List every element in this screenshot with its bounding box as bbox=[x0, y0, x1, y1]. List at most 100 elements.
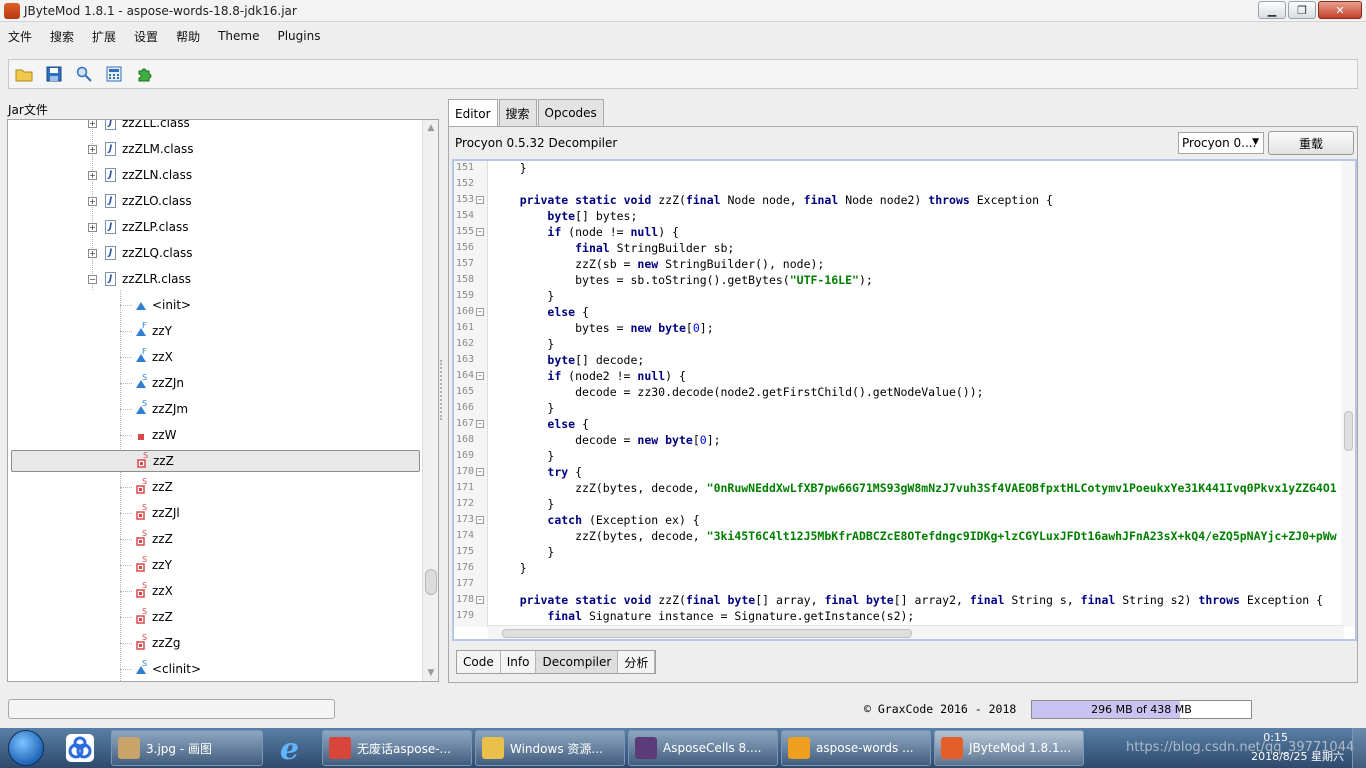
code-line[interactable]: 158 bytes = sb.toString().getBytes("UTF-… bbox=[454, 272, 1344, 288]
tree-method-node[interactable]: zzW bbox=[134, 424, 414, 446]
fold-toggle-icon[interactable]: − bbox=[476, 420, 484, 428]
taskbar-item[interactable]: 无废话aspose-... bbox=[322, 730, 472, 766]
scroll-down-icon[interactable]: ▼ bbox=[423, 665, 438, 681]
tree-method-node[interactable]: <init> bbox=[134, 294, 414, 316]
memory-bar[interactable]: 296 MB of 438 MB bbox=[1031, 700, 1252, 719]
code-line[interactable]: 155− if (node != null) { bbox=[454, 224, 1344, 240]
code-line[interactable]: 179 final Signature instance = Signature… bbox=[454, 608, 1344, 624]
code-line[interactable]: 163 byte[] decode; bbox=[454, 352, 1344, 368]
code-line[interactable]: 161 bytes = new byte[0]; bbox=[454, 320, 1344, 336]
expand-icon[interactable]: + bbox=[88, 144, 97, 154]
code-horizontal-scrollbar[interactable] bbox=[488, 625, 1344, 639]
collapse-icon[interactable]: − bbox=[88, 274, 97, 284]
tree-method-node[interactable]: SzzZ bbox=[134, 476, 414, 498]
tree-method-node[interactable]: FzzY bbox=[134, 320, 414, 342]
tree-method-node[interactable]: FzzX bbox=[134, 346, 414, 368]
save-icon[interactable] bbox=[43, 63, 65, 85]
tree-method-node[interactable]: SzzZJm bbox=[134, 398, 414, 420]
tree-class-node[interactable]: + JzzZLQ.class bbox=[88, 242, 418, 264]
tab-code[interactable]: Code bbox=[457, 651, 501, 673]
expand-icon[interactable]: + bbox=[88, 196, 97, 206]
tree-method-node[interactable]: SzzX bbox=[134, 580, 414, 602]
decompiler-select[interactable]: Procyon 0.... ▼ bbox=[1178, 132, 1264, 154]
code-line[interactable]: 164− if (node2 != null) { bbox=[454, 368, 1344, 384]
tree-class-node[interactable]: − JzzZLR.class bbox=[88, 268, 418, 290]
code-editor[interactable]: 151 } 152 153− private static void zzZ(fin… bbox=[452, 159, 1357, 641]
fold-toggle-icon[interactable]: − bbox=[476, 228, 484, 236]
code-line[interactable]: 157 zzZ(sb = new StringBuilder(), node); bbox=[454, 256, 1344, 272]
taskbar-item[interactable]: 3.jpg - 画图 bbox=[111, 730, 263, 766]
fold-toggle-icon[interactable]: − bbox=[476, 372, 484, 380]
code-line[interactable]: 162 } bbox=[454, 336, 1344, 352]
code-line[interactable]: 175 } bbox=[454, 544, 1344, 560]
show-desktop-button[interactable] bbox=[1352, 728, 1366, 768]
code-line[interactable]: 171 zzZ(bytes, decode, "0nRuwNEddXwLfXB7… bbox=[454, 480, 1344, 496]
code-line[interactable]: 176 } bbox=[454, 560, 1344, 576]
menu-settings[interactable]: 设置 bbox=[134, 28, 158, 45]
menu-extensions[interactable]: 扩展 bbox=[92, 28, 116, 45]
code-line[interactable]: 166 } bbox=[454, 400, 1344, 416]
close-button[interactable]: ✕ bbox=[1318, 1, 1362, 19]
tab-editor[interactable]: Editor bbox=[448, 99, 498, 127]
clock-date[interactable]: 2018/8/25 星期六 bbox=[1251, 748, 1344, 764]
menu-search[interactable]: 搜索 bbox=[50, 28, 74, 45]
tree-scroll-thumb[interactable] bbox=[425, 569, 437, 595]
code-line[interactable]: 165 decode = zz30.decode(node2.getFirstC… bbox=[454, 384, 1344, 400]
code-line[interactable]: 177 bbox=[454, 576, 1344, 592]
menu-file[interactable]: 文件 bbox=[8, 28, 32, 45]
expand-icon[interactable]: + bbox=[88, 120, 97, 128]
code-line[interactable]: 172 } bbox=[454, 496, 1344, 512]
tree-class-node[interactable]: + JzzZLN.class bbox=[88, 164, 418, 186]
taskbar-item[interactable]: AsposeCells 8.... bbox=[628, 730, 778, 766]
code-line[interactable]: 169 } bbox=[454, 448, 1344, 464]
plugin-icon[interactable] bbox=[133, 63, 155, 85]
tree-method-node[interactable]: S <clinit> bbox=[134, 658, 414, 680]
open-folder-icon[interactable] bbox=[13, 63, 35, 85]
search-icon[interactable] bbox=[73, 63, 95, 85]
pinned-app-icon[interactable] bbox=[52, 729, 108, 767]
fold-toggle-icon[interactable]: − bbox=[476, 516, 484, 524]
fold-toggle-icon[interactable]: − bbox=[476, 308, 484, 316]
tree-class-node[interactable]: + JzzZLM.class bbox=[88, 138, 418, 160]
fold-toggle-icon[interactable]: − bbox=[476, 596, 484, 604]
expand-icon[interactable]: + bbox=[88, 170, 97, 180]
fold-toggle-icon[interactable]: − bbox=[476, 196, 484, 204]
split-pane-divider[interactable] bbox=[440, 360, 444, 420]
code-line[interactable]: 168 decode = new byte[0]; bbox=[454, 432, 1344, 448]
tab-analysis[interactable]: 分析 bbox=[618, 651, 656, 673]
minimize-button[interactable]: ▁ bbox=[1258, 1, 1286, 19]
menu-theme[interactable]: Theme bbox=[218, 29, 259, 43]
taskbar-item[interactable]: JByteMod 1.8.1... bbox=[934, 730, 1084, 766]
expand-icon[interactable]: + bbox=[88, 222, 97, 232]
expand-icon[interactable]: + bbox=[88, 248, 97, 258]
tree-class-node[interactable]: + JzzZLO.class bbox=[88, 190, 418, 212]
code-vscroll-thumb[interactable] bbox=[1344, 411, 1353, 451]
code-line[interactable]: 160− else { bbox=[454, 304, 1344, 320]
taskbar-item[interactable]: aspose-words ... bbox=[781, 730, 931, 766]
taskbar-item[interactable]: Windows 资源... bbox=[475, 730, 625, 766]
tree-class-node[interactable]: + JzzZLP.class bbox=[88, 216, 418, 238]
code-line[interactable]: 156 final StringBuilder sb; bbox=[454, 240, 1344, 256]
tab-decompiler[interactable]: Decompiler bbox=[536, 651, 619, 673]
tab-search[interactable]: 搜索 bbox=[498, 99, 537, 126]
code-vertical-scrollbar[interactable] bbox=[1341, 161, 1355, 627]
menu-plugins[interactable]: Plugins bbox=[277, 29, 320, 43]
scroll-up-icon[interactable]: ▲ bbox=[423, 120, 438, 136]
fold-toggle-icon[interactable]: − bbox=[476, 468, 484, 476]
internet-explorer-icon[interactable]: e bbox=[263, 729, 319, 767]
tree-method-node[interactable]: SzzY bbox=[134, 554, 414, 576]
start-button[interactable] bbox=[0, 728, 52, 768]
code-line[interactable]: 152 bbox=[454, 176, 1344, 192]
tree-method-node[interactable]: SzzZJl bbox=[134, 502, 414, 524]
code-line[interactable]: 174 zzZ(bytes, decode, "3ki45T6C4lt12J5M… bbox=[454, 528, 1344, 544]
calculator-icon[interactable] bbox=[103, 63, 125, 85]
tree-method-node[interactable]: SzzZJn bbox=[134, 372, 414, 394]
maximize-button[interactable]: ❐ bbox=[1288, 1, 1316, 19]
tree-method-node[interactable]: SzzZ bbox=[134, 606, 414, 628]
jar-tree[interactable]: + JzzZLL.class + JzzZLM.class + JzzZLN.class +… bbox=[7, 119, 439, 682]
tree-scrollbar[interactable]: ▲ ▼ bbox=[422, 120, 438, 681]
tree-class-node[interactable]: + JzzZLL.class bbox=[88, 120, 418, 134]
clock-time[interactable]: 0:15 bbox=[1263, 731, 1288, 744]
tab-info[interactable]: Info bbox=[501, 651, 537, 673]
tree-method-node[interactable]: SzzZg bbox=[134, 632, 414, 654]
